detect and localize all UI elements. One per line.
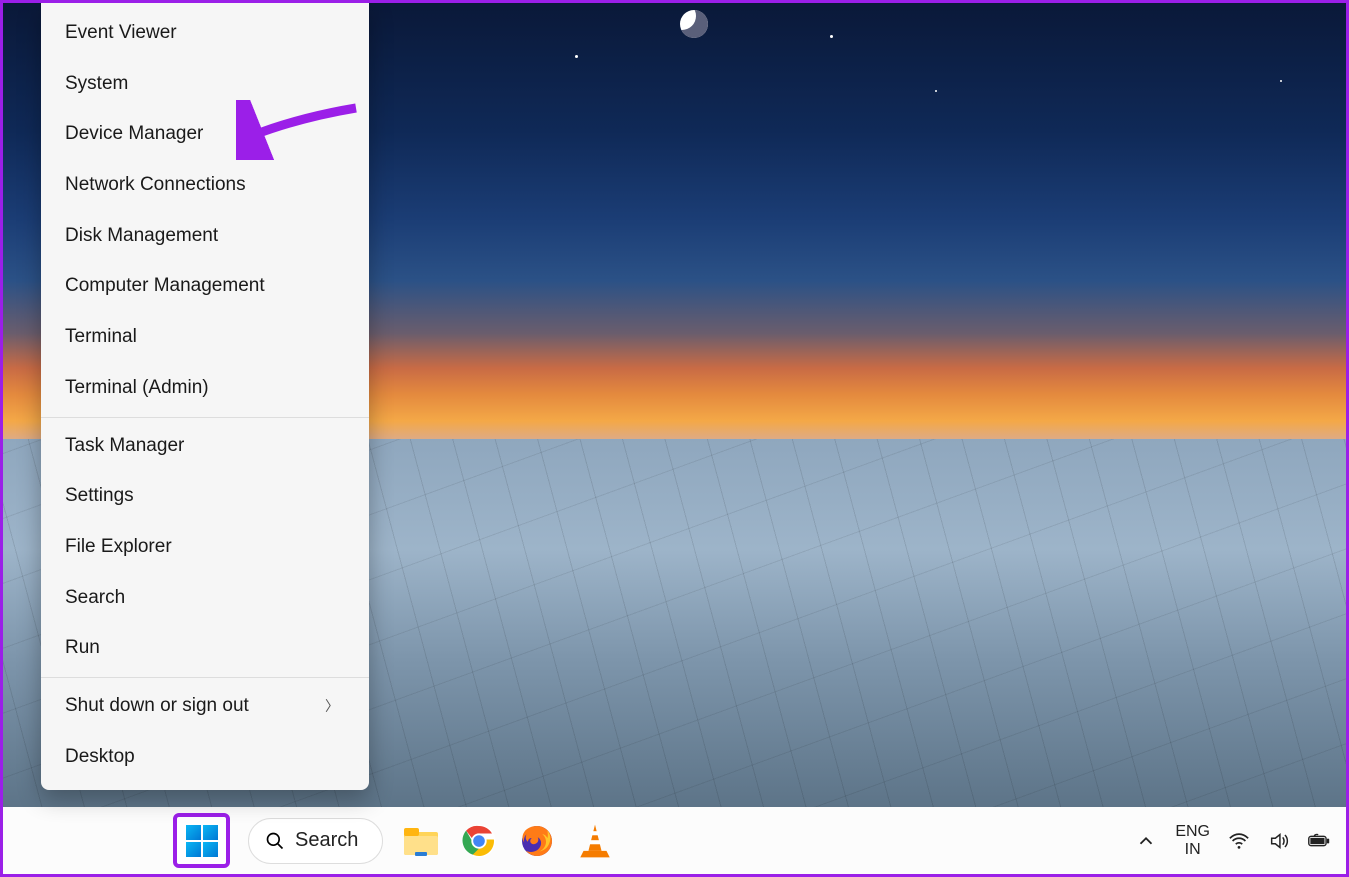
menu-item-terminal-admin[interactable]: Terminal (Admin) <box>41 363 369 414</box>
volume-icon[interactable] <box>1268 830 1290 852</box>
taskbar-vlc[interactable] <box>575 821 615 861</box>
menu-item-device-manager[interactable]: Device Manager <box>41 109 369 160</box>
menu-item-task-manager[interactable]: Task Manager <box>41 421 369 472</box>
menu-item-disk-management[interactable]: Disk Management <box>41 211 369 262</box>
wifi-icon[interactable] <box>1228 830 1250 852</box>
language-indicator[interactable]: ENG IN <box>1175 823 1210 858</box>
menu-separator <box>41 417 369 418</box>
menu-item-network-connections[interactable]: Network Connections <box>41 160 369 211</box>
system-tray: ENG IN <box>1135 823 1330 858</box>
start-button[interactable] <box>173 813 230 868</box>
menu-item-shutdown[interactable]: Shut down or sign out 〉 <box>41 681 369 732</box>
menu-item-system[interactable]: System <box>41 59 369 110</box>
menu-item-search[interactable]: Search <box>41 573 369 624</box>
menu-item-event-viewer[interactable]: Event Viewer <box>41 8 369 59</box>
taskbar-chrome[interactable] <box>459 821 499 861</box>
chevron-right-icon: 〉 <box>325 697 339 715</box>
menu-item-computer-management[interactable]: Computer Management <box>41 261 369 312</box>
taskbar: Search ENG IN <box>3 807 1346 874</box>
tray-overflow-chevron-icon[interactable] <box>1135 830 1157 852</box>
folder-icon <box>403 826 439 856</box>
menu-separator <box>41 677 369 678</box>
firefox-icon <box>519 823 555 859</box>
taskbar-file-explorer[interactable] <box>401 821 441 861</box>
chrome-icon <box>461 823 497 859</box>
winx-context-menu: Event Viewer System Device Manager Netwo… <box>41 3 369 790</box>
windows-logo-icon <box>186 825 218 857</box>
vlc-cone-icon <box>578 823 612 859</box>
search-label: Search <box>295 829 358 852</box>
menu-item-terminal[interactable]: Terminal <box>41 312 369 363</box>
menu-item-run[interactable]: Run <box>41 623 369 674</box>
taskbar-search[interactable]: Search <box>248 818 383 864</box>
menu-item-settings[interactable]: Settings <box>41 471 369 522</box>
battery-icon[interactable] <box>1308 830 1330 852</box>
moon-icon <box>680 10 708 38</box>
search-icon <box>265 831 285 851</box>
menu-item-file-explorer[interactable]: File Explorer <box>41 522 369 573</box>
menu-item-desktop[interactable]: Desktop <box>41 732 369 783</box>
taskbar-firefox[interactable] <box>517 821 557 861</box>
